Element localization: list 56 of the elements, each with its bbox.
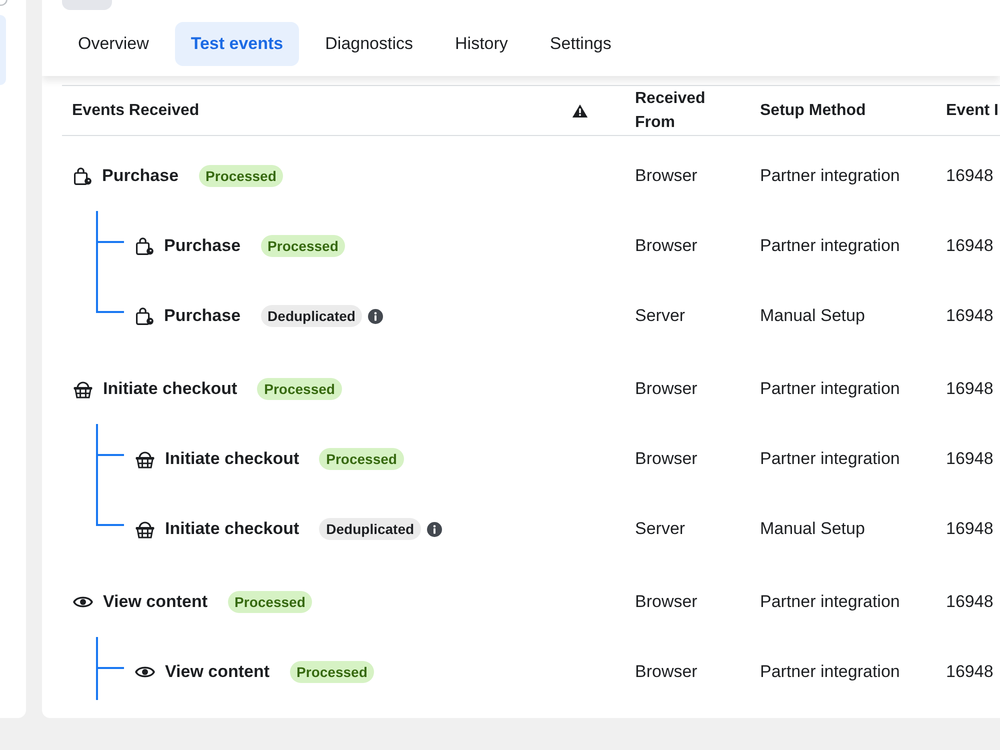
tab[interactable]: Test events (174, 22, 300, 66)
shopping-bag-icon (73, 166, 92, 186)
table-cell-text: Browser (635, 591, 698, 614)
status-badge: Deduplicated (260, 305, 362, 327)
table-cell-text: 16948 (946, 661, 994, 684)
event-name: Purchase (102, 165, 179, 188)
event-name: Purchase (164, 235, 241, 258)
table-cell-text: Partner integration (760, 661, 900, 684)
table-cell-text: Server (635, 518, 686, 540)
table-cell-text: Browser (635, 378, 698, 400)
warning-icon (572, 104, 588, 118)
table-cell-text: Manual Setup (760, 518, 865, 540)
column-header: Setup Method (760, 100, 866, 120)
table-cell-text: Partner integration (760, 378, 900, 400)
event-name: Initiate checkout (103, 378, 238, 400)
event-name: View content (165, 661, 270, 684)
column-header: Event I (946, 100, 998, 120)
event-name: Initiate checkout (165, 518, 300, 540)
table-cell-text: Partner integration (760, 235, 900, 258)
status-badge: Processed (257, 378, 342, 400)
basket-icon (73, 380, 93, 398)
table-cell-text: Browser (635, 661, 698, 684)
event-name: Purchase (164, 305, 241, 328)
table-cell-text: Server (635, 305, 686, 328)
basket-icon (135, 520, 155, 538)
status-badge: Processed (319, 448, 404, 470)
table-cell-text: 16948 (946, 235, 994, 258)
info-icon[interactable] (427, 522, 442, 536)
status-badge: Deduplicated (319, 518, 422, 540)
table-cell-text: 16948 (946, 305, 994, 328)
table-cell-text: Partner integration (760, 448, 900, 470)
eye-icon (135, 665, 155, 679)
shopping-bag-icon (135, 236, 154, 256)
table-cell-text: 16948 (946, 378, 994, 400)
table-cell-text: 16948 (946, 591, 994, 614)
status-badge: Processed (198, 165, 284, 187)
table-cell-text: Browser (635, 448, 698, 470)
status-badge: Processed (290, 661, 374, 683)
basket-icon (135, 450, 155, 468)
table-cell-text: 16948 (946, 165, 994, 188)
eye-icon (73, 595, 93, 609)
table-cell-text: Partner integration (760, 165, 900, 188)
status-badge: Processed (228, 591, 312, 613)
table-cell-text: 16948 (946, 448, 994, 470)
event-name: View content (103, 591, 208, 614)
column-header: Received From (635, 88, 706, 132)
column-header: Events Received (72, 100, 200, 120)
shopping-bag-icon (135, 306, 154, 326)
table-cell-text: Partner integration (760, 591, 900, 614)
table-cell-text: Manual Setup (760, 305, 865, 328)
event-name: Initiate checkout (165, 448, 300, 470)
status-badge: Processed (260, 235, 346, 257)
info-icon[interactable] (368, 308, 384, 324)
table-cell-text: 16948 (946, 518, 994, 540)
table-cell-text: Browser (635, 165, 698, 188)
table-cell-text: Browser (635, 235, 698, 258)
